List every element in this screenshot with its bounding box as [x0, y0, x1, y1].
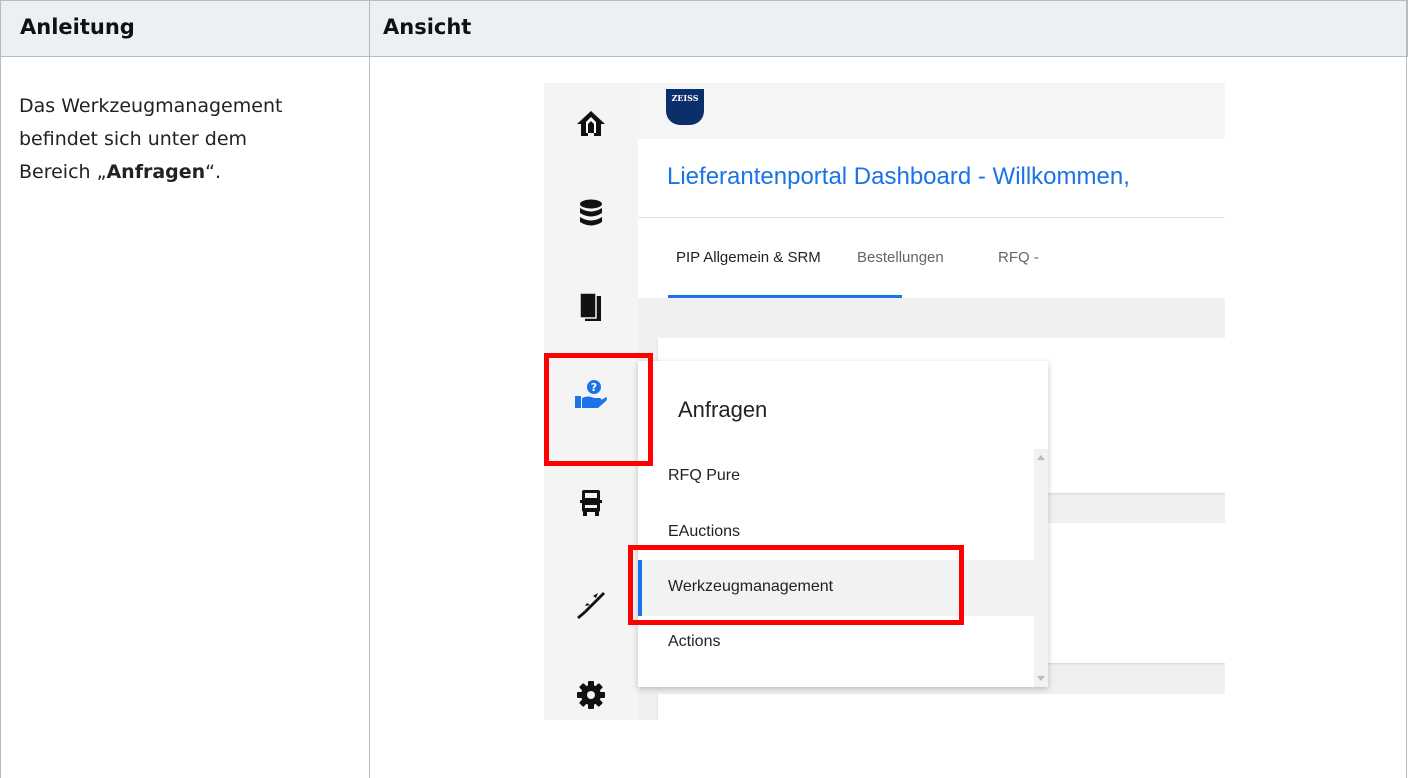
column-divider — [369, 0, 370, 778]
menu-item-label: RFQ Pure — [668, 467, 741, 484]
header-ansicht: Ansicht — [383, 15, 472, 39]
tab-bestellungen[interactable]: Bestellungen — [857, 249, 944, 266]
home-icon[interactable] — [544, 103, 638, 143]
anfragen-flyout-menu: Anfragen RFQ Pure EAuctions Werkzeugmana… — [638, 361, 1048, 687]
table-header-row: Anleitung Ansicht — [0, 0, 1408, 57]
instruction-bold-anfragen: Anfragen — [106, 161, 206, 183]
title-separator — [638, 217, 1225, 218]
header-anleitung: Anleitung — [20, 15, 135, 39]
caliper-icon[interactable] — [544, 585, 638, 625]
truck-icon[interactable] — [544, 483, 638, 523]
portal-topbar: ZEISS — [638, 83, 1225, 139]
scroll-up-arrow-icon[interactable] — [1037, 455, 1045, 460]
instruction-table: Anleitung Ansicht Das Werkzeugmanagement… — [0, 0, 1408, 778]
flyout-scrollbar[interactable] — [1034, 449, 1048, 687]
table-border-right — [1406, 0, 1407, 778]
instruction-text: Das Werkzeugmanagement befindet sich unt… — [19, 90, 319, 189]
documents-icon[interactable] — [544, 288, 638, 328]
menu-item-label: Actions — [668, 633, 721, 650]
highlight-anfragen-icon — [544, 353, 653, 466]
table-border-left — [0, 0, 1, 778]
tab-rfq[interactable]: RFQ - — [998, 249, 1039, 266]
menu-item-rfq-pure[interactable]: RFQ Pure — [638, 449, 1034, 505]
flyout-title: Anfragen — [678, 397, 768, 422]
dashboard-title: Lieferantenportal Dashboard - Willkommen… — [667, 163, 1130, 190]
portal-screenshot: ? ZEISS Lieferantenportal Dashboard - Wi… — [544, 83, 1225, 720]
tab-pip-allgemein-srm[interactable]: PIP Allgemein & SRM — [676, 249, 821, 266]
database-icon[interactable] — [544, 193, 638, 233]
dashboard-card — [658, 694, 1225, 720]
highlight-werkzeugmanagement — [628, 545, 964, 625]
scroll-down-arrow-icon[interactable] — [1037, 676, 1045, 681]
instruction-suffix: “. — [205, 161, 222, 183]
zeiss-logo[interactable]: ZEISS — [666, 89, 704, 125]
zeiss-logo-text: ZEISS — [671, 93, 699, 103]
menu-item-label: EAuctions — [668, 523, 741, 540]
gear-icon[interactable] — [544, 675, 638, 715]
